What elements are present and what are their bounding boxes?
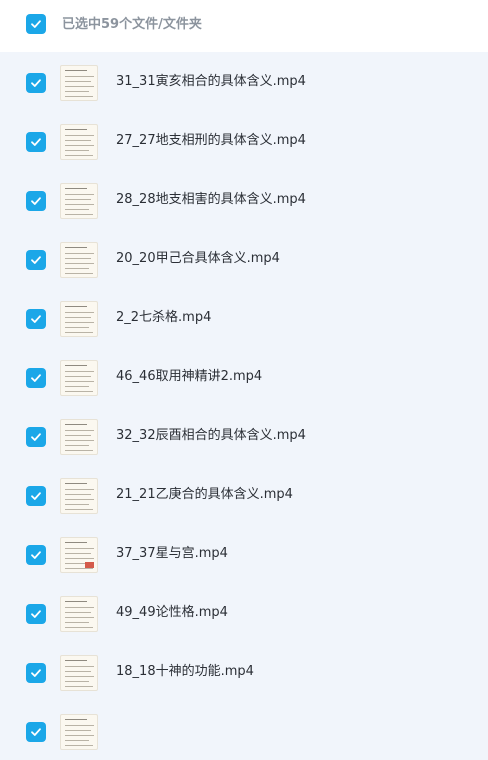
file-checkbox[interactable] (26, 191, 46, 211)
file-name: 21_21乙庚合的具体含义.mp4 (116, 487, 293, 502)
file-name: 49_49论性格.mp4 (116, 605, 228, 620)
checkmark-icon (31, 551, 41, 559)
checkmark-icon (31, 728, 41, 736)
file-name: 2_2七杀格.mp4 (116, 310, 212, 325)
video-thumbnail-icon (60, 124, 98, 160)
file-name: 31_31寅亥相合的具体含义.mp4 (116, 74, 306, 89)
checkmark-icon (31, 197, 41, 205)
file-row[interactable] (0, 701, 488, 760)
checkmark-icon (31, 610, 41, 618)
video-thumbnail-icon (60, 714, 98, 750)
checkmark-icon (31, 256, 41, 264)
selection-count-label: 已选中59个文件/文件夹 (62, 17, 202, 32)
video-thumbnail-icon (60, 478, 98, 514)
file-checkbox[interactable] (26, 368, 46, 388)
file-name: 27_27地支相刑的具体含义.mp4 (116, 133, 306, 148)
file-checkbox[interactable] (26, 250, 46, 270)
checkmark-icon (31, 374, 41, 382)
file-row[interactable]: 27_27地支相刑的具体含义.mp4 (0, 111, 488, 170)
file-name: 46_46取用神精讲2.mp4 (116, 369, 263, 384)
checkmark-icon (31, 20, 41, 28)
file-row[interactable]: 21_21乙庚合的具体含义.mp4 (0, 465, 488, 524)
file-checkbox[interactable] (26, 722, 46, 742)
file-name: 37_37星与宫.mp4 (116, 546, 228, 561)
checkmark-icon (31, 315, 41, 323)
file-row[interactable]: 18_18十神的功能.mp4 (0, 642, 488, 701)
select-all-checkbox[interactable] (26, 14, 46, 34)
file-list: 31_31寅亥相合的具体含义.mp4 27_27地支相刑的具体含义.mp4 28… (0, 52, 488, 760)
checkmark-icon (31, 492, 41, 500)
file-checkbox[interactable] (26, 545, 46, 565)
file-row[interactable]: 46_46取用神精讲2.mp4 (0, 347, 488, 406)
file-name: 18_18十神的功能.mp4 (116, 664, 254, 679)
file-name: 32_32辰酉相合的具体含义.mp4 (116, 428, 306, 443)
file-row[interactable]: 20_20甲己合具体含义.mp4 (0, 229, 488, 288)
video-thumbnail-icon (60, 360, 98, 396)
file-checkbox[interactable] (26, 73, 46, 93)
video-thumbnail-icon (60, 65, 98, 101)
file-row[interactable]: 37_37星与宫.mp4 (0, 524, 488, 583)
file-row[interactable]: 32_32辰酉相合的具体含义.mp4 (0, 406, 488, 465)
video-thumbnail-icon (60, 242, 98, 278)
file-checkbox[interactable] (26, 663, 46, 683)
file-checkbox[interactable] (26, 604, 46, 624)
checkmark-icon (31, 669, 41, 677)
checkmark-icon (31, 79, 41, 87)
video-thumbnail-icon (60, 301, 98, 337)
file-checkbox[interactable] (26, 132, 46, 152)
file-row[interactable]: 2_2七杀格.mp4 (0, 288, 488, 347)
file-name: 28_28地支相害的具体含义.mp4 (116, 192, 306, 207)
file-row[interactable]: 31_31寅亥相合的具体含义.mp4 (0, 52, 488, 111)
checkmark-icon (31, 433, 41, 441)
file-checkbox[interactable] (26, 486, 46, 506)
video-thumbnail-icon (60, 537, 98, 573)
video-thumbnail-icon (60, 419, 98, 455)
selection-header: 已选中59个文件/文件夹 (0, 0, 488, 52)
video-thumbnail-icon (60, 183, 98, 219)
video-thumbnail-icon (60, 596, 98, 632)
file-checkbox[interactable] (26, 427, 46, 447)
file-checkbox[interactable] (26, 309, 46, 329)
video-thumbnail-icon (60, 655, 98, 691)
file-name: 20_20甲己合具体含义.mp4 (116, 251, 280, 266)
checkmark-icon (31, 138, 41, 146)
file-row[interactable]: 28_28地支相害的具体含义.mp4 (0, 170, 488, 229)
file-row[interactable]: 49_49论性格.mp4 (0, 583, 488, 642)
